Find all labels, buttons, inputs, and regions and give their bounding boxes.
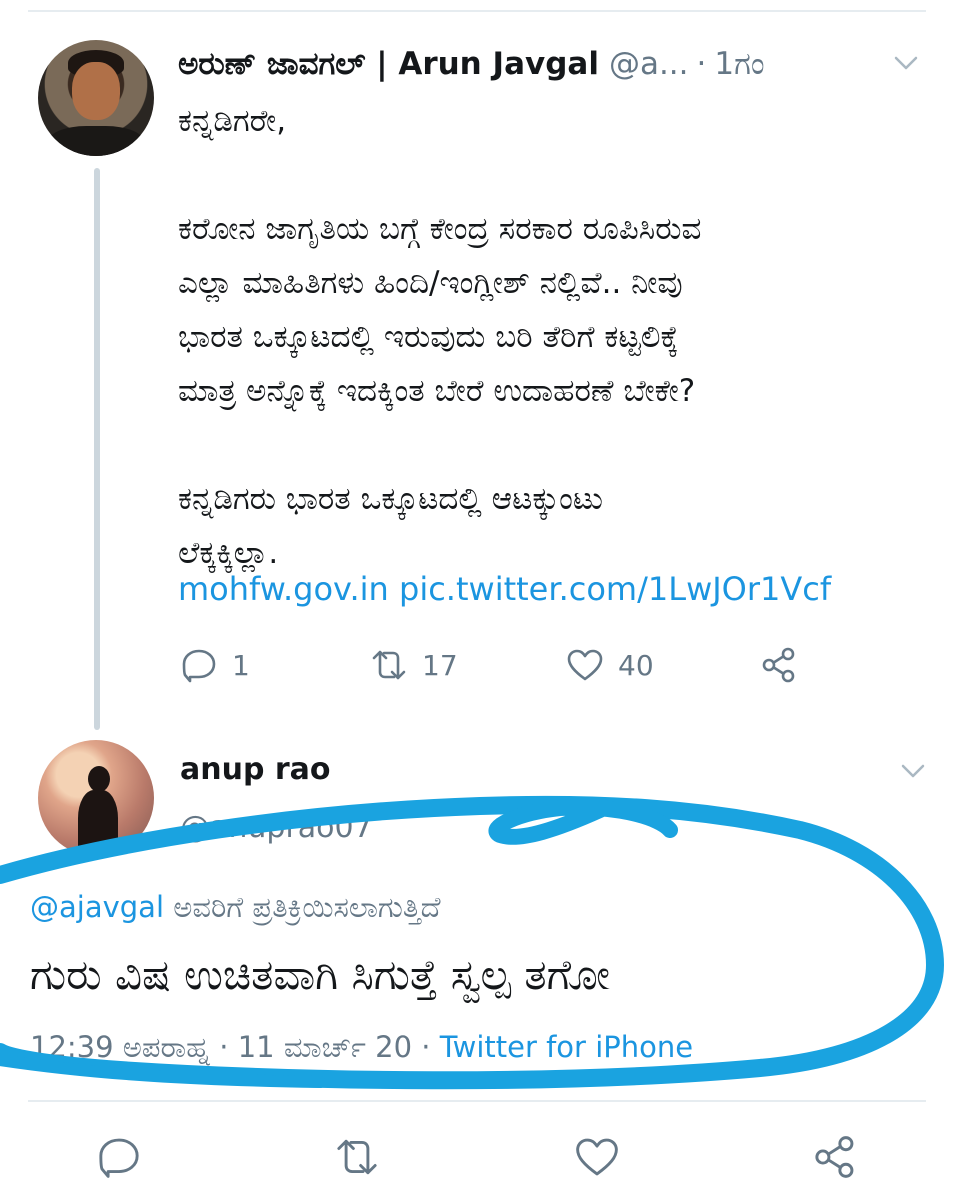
avatar-silhouette-head: [88, 766, 110, 792]
retweet-count: 17: [422, 648, 458, 682]
reply-actions: [0, 1132, 954, 1182]
tweet-line: ಕನ್ನಡಿಗರು ಭಾರತ ಒಕ್ಕೂಟದಲ್ಲಿ ಆಟಕ್ಕುಂಟು: [178, 481, 603, 517]
reply-timestamp: 12:39 ಅಪರಾಹ್ನ · 11 ಮಾರ್ಚ್ 20 ·: [30, 1030, 431, 1064]
retweet-icon: [337, 1139, 377, 1175]
author-avatar[interactable]: [38, 40, 154, 156]
link-mohfw[interactable]: mohfw.gov.in: [178, 570, 389, 608]
reply-author-handle[interactable]: @anuprao07: [180, 810, 373, 845]
tweet-header: ಅರುಣ್ ಜಾವಗಲ್ | Arun Javgal @a... · 1ಗಂ: [178, 42, 765, 86]
like-button[interactable]: [574, 1132, 620, 1182]
heart-icon: [567, 649, 603, 681]
actions-divider: [28, 1100, 926, 1102]
reply-meta: 12:39 ಅಪರಾಹ್ನ · 11 ಮಾರ್ಚ್ 20 · Twitter f…: [30, 1030, 693, 1065]
reply-icon: [99, 1138, 139, 1178]
author-handle[interactable]: @a...: [609, 46, 689, 82]
tweet-line: ಎಲ್ಲಾ ಮಾಹಿತಿಗಳು ಹಿಂದಿ/ಇಂಗ್ಲೀಶ್ ನಲ್ಲಿವೆ..…: [178, 265, 683, 301]
reply-icon: [182, 649, 216, 683]
tweet-line: ಕನ್ನಡಿಗರೇ,: [178, 103, 287, 139]
header-separator: ·: [696, 46, 707, 82]
avatar-shirt: [48, 126, 144, 156]
share-button[interactable]: [760, 640, 798, 690]
share-button[interactable]: [812, 1132, 858, 1182]
retweet-button[interactable]: [334, 1132, 380, 1182]
heart-icon: [576, 1138, 618, 1176]
like-count: 40: [618, 648, 654, 682]
replying-to-mention[interactable]: @ajavgal: [30, 890, 164, 924]
replying-to: @ajavgal ಅವರಿಗೆ ಪ್ರತಿಕ್ರಿಯಿಸಲಾಗುತ್ತಿದೆ: [30, 890, 441, 925]
reply-button[interactable]: [96, 1132, 142, 1182]
tweet-line: ಭಾರತ ಒಕ್ಕೂಟದಲ್ಲಿ ಇರುವುದು ಬರಿ ತೆರಿಗೆ ಕಟ್ಟ…: [178, 319, 679, 355]
tweet-line: ಮಾತ್ರ ಅನ್ನೊಕ್ಕೆ ಇದಕ್ಕಿಂತ ಬೇರೆ ಉದಾಹರಣೆ ಬೇ…: [178, 373, 696, 409]
reply-count: 1: [232, 648, 250, 682]
avatar-face: [72, 62, 120, 120]
link-pic[interactable]: pic.twitter.com/1LwJOr1Vcf: [399, 570, 831, 608]
tweet-text: ಕನ್ನಡಿಗರೇ, ಕರೋನ ಜಾಗೃತಿಯ ಬಗ್ಗೆ ಕೇಂದ್ರ ಸರಕ…: [178, 94, 928, 580]
reply-author-avatar[interactable]: [38, 740, 154, 856]
share-icon: [762, 647, 795, 683]
thread-line: [94, 168, 100, 730]
reply-author-name[interactable]: anup rao: [180, 752, 331, 787]
reply-text: ಗುರು ವಿಷ ಉಚಿತವಾಗಿ ಸಿಗುತ್ತೆ ಸ್ವಲ್ಪ ತಗೋ: [30, 950, 610, 999]
replying-to-text: ಅವರಿಗೆ ಪ್ರತಿಕ್ರಿಯಿಸಲಾಗುತ್ತಿದೆ: [173, 890, 441, 924]
top-divider: [28, 10, 926, 12]
tweet-time[interactable]: 1ಗಂ: [714, 46, 764, 83]
tweet-line: ಕರೋನ ಜಾಗೃತಿಯ ಬಗ್ಗೆ ಕೇಂದ್ರ ಸರಕಾರ ರೂಪಿಸಿರು…: [178, 211, 702, 247]
reply-client[interactable]: Twitter for iPhone: [440, 1030, 693, 1064]
chevron-down-icon[interactable]: [900, 760, 926, 782]
reply-button[interactable]: 1: [180, 640, 250, 690]
retweet-button[interactable]: 17: [370, 640, 458, 690]
share-icon: [815, 1136, 854, 1178]
chevron-down-icon[interactable]: [893, 52, 919, 74]
tweet-actions: 1 17 40: [180, 640, 820, 690]
tweet-links: mohfw.gov.in pic.twitter.com/1LwJOr1Vcf: [178, 570, 831, 608]
author-name[interactable]: ಅರುಣ್ ಜಾವಗಲ್ | Arun Javgal: [178, 46, 599, 83]
retweet-icon: [372, 650, 406, 680]
like-button[interactable]: 40: [566, 640, 654, 690]
avatar-silhouette-body: [78, 790, 118, 856]
